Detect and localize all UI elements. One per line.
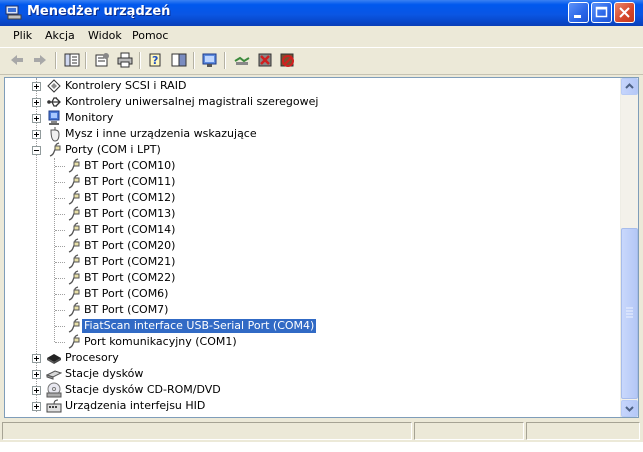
tree-node-label: BT Port (COM10) (84, 159, 176, 172)
port-icon (68, 254, 80, 269)
forward-arrow-icon[interactable] (32, 52, 48, 68)
expand-button[interactable] (32, 386, 41, 395)
grip-icon (626, 307, 633, 318)
tree-node-label: Mysz i inne urządzenia wskazujące (65, 127, 257, 140)
print-icon[interactable] (117, 52, 133, 68)
tree-node-label: Kontrolery uniwersalnej magistrali szere… (65, 95, 319, 108)
status-bar (0, 420, 643, 442)
menu-akcja[interactable]: Akcja (45, 29, 75, 42)
port-icon (68, 158, 80, 173)
tree-node-label: BT Port (COM13) (84, 207, 176, 220)
title-bar[interactable]: Menedżer urządzeń (0, 0, 643, 26)
back-arrow-icon[interactable] (9, 52, 25, 68)
window-bottom-edge (0, 442, 643, 452)
port-icon (68, 270, 80, 285)
collapse-button[interactable] (32, 146, 41, 155)
device-tree-panel: Kontrolery SCSI i RAID Kontrolery uniwer… (4, 77, 639, 418)
status-panel (414, 422, 524, 440)
mouse-icon (50, 127, 60, 142)
tree-node-label: BT Port (COM20) (84, 239, 176, 252)
tree-node-label: Monitory (65, 111, 114, 124)
svg-text:?: ? (152, 54, 158, 67)
floppy-icon (46, 370, 62, 380)
port-icon (68, 318, 80, 333)
toolbar-separator (55, 52, 57, 69)
scan-hardware-icon[interactable] (202, 52, 218, 68)
toolbar-separator (85, 52, 87, 69)
scsi-icon (47, 79, 61, 93)
tree-node-label: BT Port (COM11) (84, 175, 176, 188)
toolbar-separator (224, 52, 226, 69)
expand-button[interactable] (32, 82, 41, 91)
status-panel (2, 422, 412, 440)
tree-node-label: Port komunikacyjny (COM1) (84, 335, 237, 348)
port-icon (68, 334, 80, 349)
port-icon (68, 222, 80, 237)
expand-button[interactable] (32, 370, 41, 379)
port-icon (68, 302, 80, 317)
expand-button[interactable] (32, 402, 41, 411)
device-manager-window: Menedżer urządzeń Plik Akcja Widok Pomoc… (0, 0, 643, 452)
port-icon (68, 206, 80, 221)
tree-node-label: BT Port (COM6) (84, 287, 169, 300)
status-panel (526, 422, 640, 440)
tree-node-label: Urządzenia interfejsu HID (65, 399, 206, 412)
help-icon[interactable]: ? (148, 52, 164, 68)
scroll-down-button[interactable] (621, 400, 638, 417)
tree-node-label: BT Port (COM21) (84, 255, 176, 268)
port-icon (68, 286, 80, 301)
port-icon (68, 238, 80, 253)
cpu-icon (47, 354, 61, 364)
properties-icon[interactable] (94, 52, 110, 68)
chevron-down-icon (625, 406, 634, 412)
expand-button[interactable] (32, 354, 41, 363)
toolbar-separator (193, 52, 195, 69)
close-button[interactable] (614, 2, 635, 23)
tree-node-label: Stacje dysków (65, 367, 144, 380)
disable-icon[interactable] (279, 52, 295, 68)
console-pane-icon[interactable] (171, 52, 187, 68)
tree-node-label: Porty (COM i LPT) (65, 143, 161, 156)
expand-button[interactable] (32, 130, 41, 139)
tree-node-label: Procesory (65, 351, 119, 364)
tree-node-label: BT Port (COM22) (84, 271, 176, 284)
cdrom-icon (46, 382, 62, 398)
toolbar-separator (139, 52, 141, 69)
scroll-thumb[interactable] (621, 228, 638, 399)
monitor-icon (48, 110, 60, 125)
vertical-scrollbar[interactable] (620, 78, 638, 417)
close-icon (619, 7, 630, 18)
tree-node-label: BT Port (COM7) (84, 303, 169, 316)
tree-connector (54, 158, 55, 342)
tree-node-label: Stacje dysków CD-ROM/DVD (65, 383, 221, 396)
expand-button[interactable] (32, 98, 41, 107)
menu-pomoc[interactable]: Pomoc (132, 29, 168, 42)
minimize-button[interactable] (568, 2, 589, 23)
chevron-up-icon (625, 83, 634, 89)
device-tree: Kontrolery SCSI i RAID Kontrolery uniwer… (5, 78, 622, 417)
maximize-icon (595, 6, 608, 18)
expand-button[interactable] (32, 114, 41, 123)
tree-node-label-selected: FiatScan interface USB-Serial Port (COM4… (80, 318, 318, 334)
device-manager-icon (5, 5, 22, 20)
minimize-icon (574, 15, 581, 18)
port-icon (49, 142, 61, 157)
port-icon (68, 174, 80, 189)
hid-icon (46, 399, 62, 413)
tree-node-label: Kontrolery SCSI i RAID (65, 79, 187, 92)
maximize-button[interactable] (591, 2, 612, 23)
menu-plik[interactable]: Plik (13, 29, 32, 42)
uninstall-icon[interactable] (257, 52, 273, 68)
window-title: Menedżer urządzeń (27, 4, 171, 19)
tree-node-label: BT Port (COM14) (84, 223, 176, 236)
tree-view-icon[interactable] (64, 52, 80, 68)
usb-icon (47, 97, 61, 107)
scroll-up-button[interactable] (621, 78, 638, 95)
toolbar: ? (0, 47, 643, 75)
menu-bar: Plik Akcja Widok Pomoc (0, 26, 643, 46)
port-icon (68, 190, 80, 205)
tree-node-label: BT Port (COM12) (84, 191, 176, 204)
menu-widok[interactable]: Widok (88, 29, 122, 42)
update-driver-icon[interactable] (234, 52, 250, 68)
